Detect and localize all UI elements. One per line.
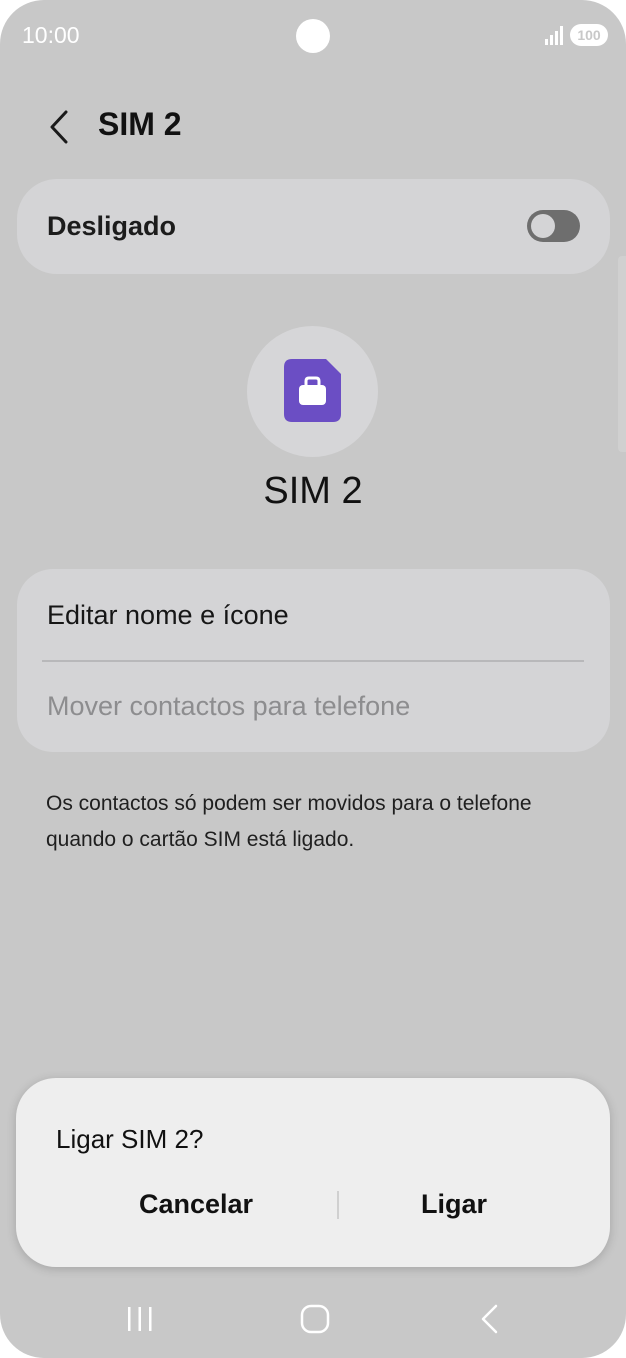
info-text: Os contactos só podem ser movidos para o… [46, 792, 532, 851]
phone-screen: 10:00 100 SIM 2 Desligado SIM 2 Editar n… [0, 0, 626, 1358]
back-button[interactable] [40, 104, 80, 150]
camera-cutout [296, 19, 330, 53]
enable-sim-dialog: Ligar SIM 2? Cancelar Ligar [16, 1078, 610, 1267]
toggle-knob [531, 214, 555, 238]
sim-name: SIM 2 [263, 470, 363, 512]
options-card: Editar nome e ícone Mover contactos para… [17, 569, 610, 752]
page-title: SIM 2 [98, 106, 182, 142]
status-time: 10:00 [22, 22, 80, 48]
divider [42, 660, 584, 662]
move-contacts-option: Mover contactos para telefone [47, 691, 411, 721]
battery-icon: 100 [570, 24, 608, 46]
sim-toggle-row[interactable]: Desligado [17, 179, 610, 274]
recent-apps-icon[interactable] [125, 1305, 155, 1333]
sim-card-icon [284, 359, 341, 422]
confirm-button[interactable]: Ligar [339, 1184, 569, 1224]
sim-toggle-label: Desligado [47, 211, 177, 241]
dialog-title: Ligar SIM 2? [56, 1124, 204, 1154]
cancel-button[interactable]: Cancelar [46, 1184, 346, 1224]
sim-toggle-switch[interactable] [527, 210, 580, 242]
sim-icon-button[interactable] [247, 326, 378, 457]
back-icon[interactable] [478, 1303, 502, 1335]
edit-name-icon-option[interactable]: Editar nome e ícone [47, 600, 289, 631]
scroll-indicator [618, 256, 626, 452]
status-bar: 10:00 100 [0, 0, 626, 70]
signal-icon [545, 26, 563, 45]
home-icon[interactable] [300, 1304, 330, 1334]
